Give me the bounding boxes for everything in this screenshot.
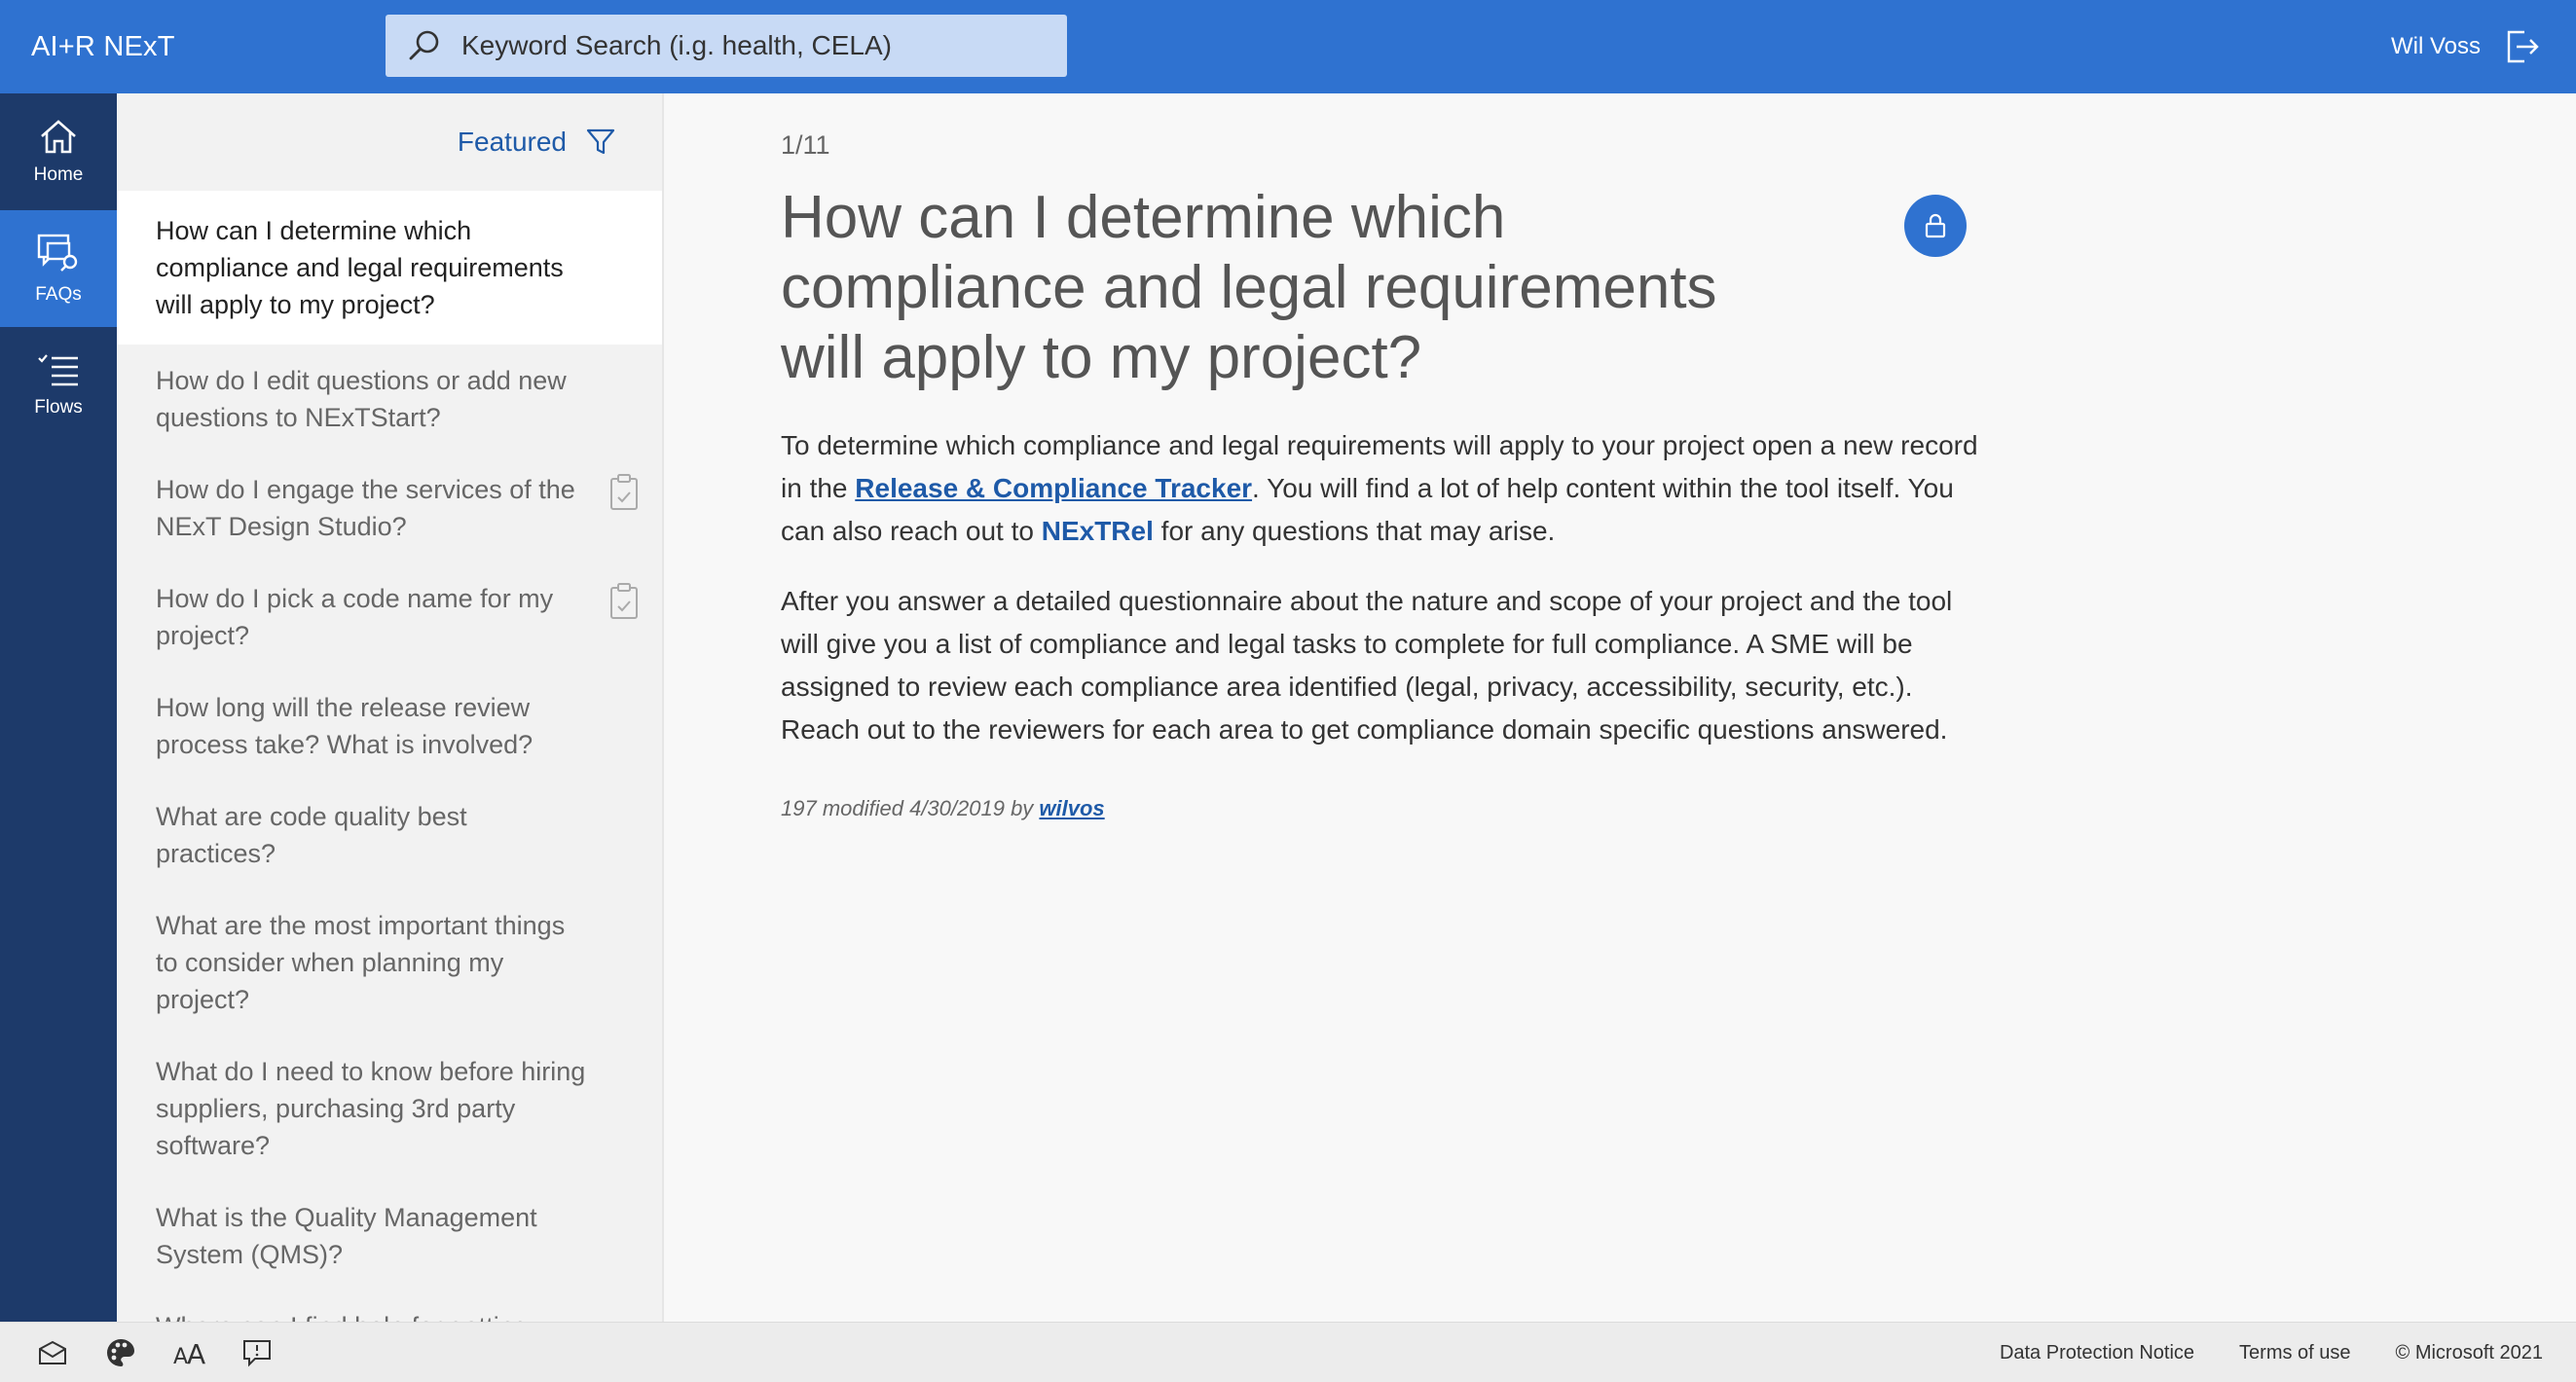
faq-question: How do I pick a code name for my project… [156,584,554,650]
article-paragraph-1: To determine which compliance and legal … [781,424,1978,553]
filter-icon [586,128,615,155]
svg-text:A: A [173,1345,188,1367]
nav-home[interactable]: Home [0,93,117,210]
faq-question: How do I engage the services of the NExT… [156,475,575,541]
user-area: Wil Voss [2391,0,2541,93]
top-bar: AI+R NExT Wil Voss [0,0,2576,93]
meta-text: 197 modified 4/30/2019 by [781,796,1040,820]
search-input[interactable] [461,30,1046,61]
terms-of-use-link[interactable]: Terms of use [2239,1342,2350,1364]
search-icon[interactable] [405,26,444,65]
faq-question: How can I determine which compliance and… [156,216,564,319]
footer-links: Data Protection Notice Terms of use © Mi… [2000,1323,2543,1382]
flows-list-icon [38,354,78,386]
sign-out-icon[interactable] [2502,27,2541,66]
faq-list-item[interactable]: How do I edit questions or add new quest… [117,345,662,454]
article-counter: 1/11 [781,130,830,160]
faq-list-item[interactable]: What do I need to know before hiring sup… [117,1036,662,1182]
footer-tools: AA [35,1335,275,1370]
nav-faqs[interactable]: FAQs [0,210,132,327]
faq-list-item[interactable]: What are code quality best practices? [117,781,662,890]
clipboard-icon [607,582,641,621]
article-title: How can I determine which compliance and… [781,184,1717,391]
featured-filter-label: Featured [457,127,567,157]
footer: AA Data Protection Notice Terms of use ©… [0,1322,2576,1382]
faq-chat-icon [37,234,78,272]
faq-list-item[interactable]: Where can I find help for getting starte… [117,1291,662,1322]
user-name: Wil Voss [2390,33,2481,59]
release-tracker-link[interactable]: Release & Compliance Tracker [855,473,1252,503]
faq-question: How do I edit questions or add new quest… [156,366,567,432]
faq-list: How can I determine which compliance and… [117,191,662,1322]
faq-question: What is the Quality Management System (Q… [156,1203,537,1269]
home-icon [41,120,76,154]
faq-question: How long will the release review process… [156,693,534,759]
left-nav-rail: Home FAQs Flows [0,93,132,1322]
faq-list-item[interactable]: What is the Quality Management System (Q… [117,1182,662,1291]
search-box[interactable] [386,15,1067,77]
faq-list-item[interactable]: How long will the release review process… [117,672,662,781]
article-body: To determine which compliance and legal … [781,424,1978,779]
faq-question: What do I need to know before hiring sup… [156,1057,586,1160]
nav-home-label: Home [33,164,84,185]
faq-question: What are the most important things to co… [156,911,566,1014]
mail-icon[interactable] [35,1335,70,1370]
nav-faqs-label: FAQs [35,284,82,305]
faq-list-item[interactable]: How do I pick a code name for my project… [117,563,662,672]
lock-icon [1925,213,1946,238]
faq-question: Where can I find help for getting starte… [156,1308,594,1322]
nav-flows[interactable]: Flows [0,327,117,444]
p1-text-c: for any questions that may arise. [1153,516,1556,546]
faq-list-item[interactable]: How do I engage the services of the NExT… [117,454,662,563]
clipboard-icon [607,473,641,512]
faq-question: What are code quality best practices? [156,802,467,868]
article-paragraph-2: After you answer a detailed questionnair… [781,586,1953,745]
faq-list-panel: Featured How can I determine which compl… [117,93,664,1322]
faq-list-item[interactable]: How can I determine which compliance and… [117,191,662,345]
text-size-icon[interactable]: AA [171,1335,206,1370]
copyright-text: © Microsoft 2021 [2395,1341,2543,1364]
article-meta: 197 modified 4/30/2019 by wilvos [781,796,1105,821]
palette-icon[interactable] [103,1335,138,1370]
nextrel-contact-link[interactable]: NExTRel [1042,516,1154,546]
app-title[interactable]: AI+R NExT [31,0,175,93]
author-link[interactable]: wilvos [1039,796,1104,820]
featured-filter[interactable]: Featured [117,93,662,191]
faq-list-item[interactable]: What are the most important things to co… [117,890,662,1036]
data-protection-link[interactable]: Data Protection Notice [2000,1342,2194,1364]
svg-text:A: A [187,1338,205,1367]
lock-button[interactable] [1904,195,1967,257]
nav-flows-label: Flows [34,397,83,418]
faq-article: 1/11 How can I determine which complianc… [781,93,1978,1322]
feedback-icon[interactable] [239,1335,275,1370]
